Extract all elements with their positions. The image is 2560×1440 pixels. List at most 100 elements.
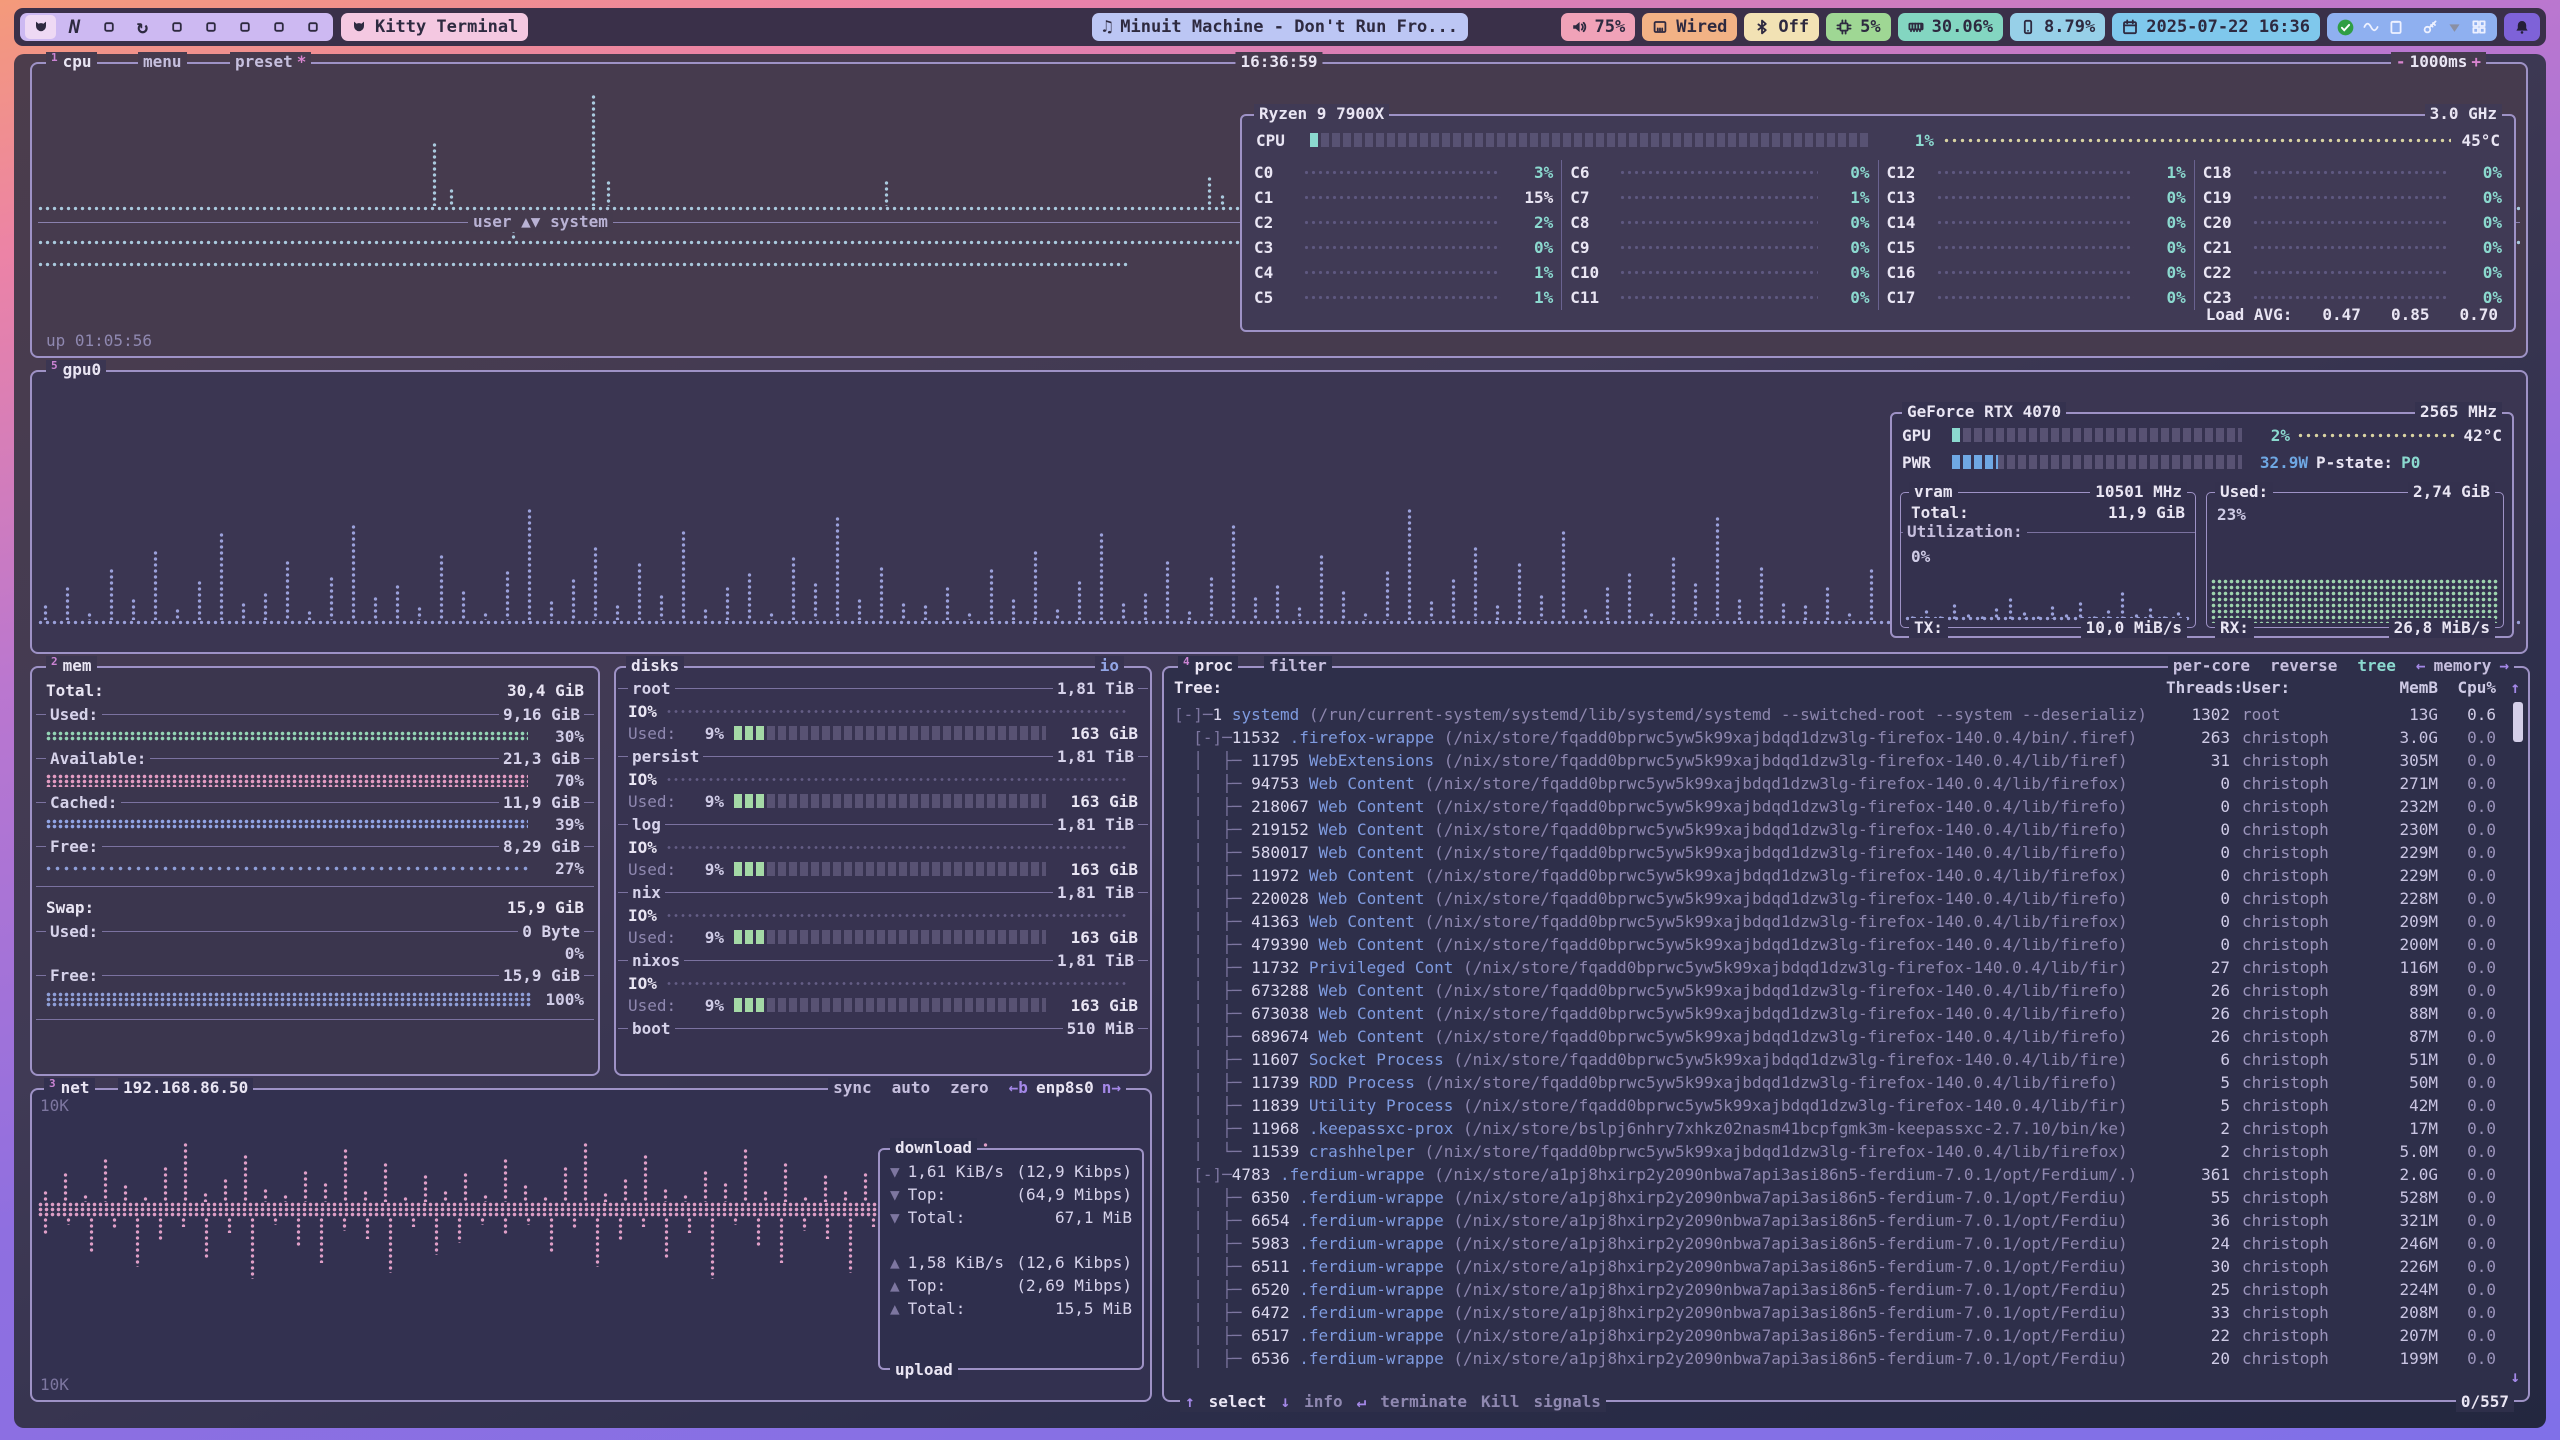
cpu-total-meter [1310, 133, 1870, 147]
terminate-key[interactable]: terminate [1380, 1392, 1467, 1412]
workspace-3-square-icon[interactable] [93, 15, 124, 39]
cpu-usage-pill[interactable]: 5% [1826, 13, 1890, 41]
process-row[interactable]: │ ├─ 6520 .ferdium-wrappe (/nix/store/a1… [1174, 1278, 2520, 1301]
process-row[interactable]: │ ├─ 94753 Web Content (/nix/store/fqadd… [1174, 772, 2520, 795]
process-row[interactable]: │ └─ 11539 crashhelper (/nix/store/fqadd… [1174, 1140, 2520, 1163]
network-pill[interactable]: Wired [1642, 13, 1737, 41]
sort-prev-button[interactable]: ← [2416, 656, 2426, 676]
proc-scrollbar[interactable] [2513, 702, 2523, 742]
core-name: C2 [1254, 213, 1298, 232]
io-button[interactable]: io [1095, 656, 1124, 676]
signals-key[interactable]: signals [1533, 1392, 1600, 1412]
process-row[interactable]: │ ├─ 11839 Utility Process (/nix/store/f… [1174, 1094, 2520, 1117]
iface-next-button[interactable]: n→ [1102, 1078, 1121, 1098]
disk-usage-pill[interactable]: 8.79% [2010, 13, 2105, 41]
bluetooth-icon [1754, 19, 1770, 35]
process-row[interactable]: [-]─4783 .ferdium-wrappe (/nix/store/a1p… [1174, 1163, 2520, 1186]
upload-row-label: 1,58 KiB/s [908, 1253, 1004, 1272]
core-name: C10 [1570, 263, 1614, 282]
core-pct: 15% [1507, 188, 1553, 207]
process-row[interactable]: │ ├─ 11795 WebExtensions (/nix/store/fqa… [1174, 749, 2520, 772]
download-label: download [890, 1138, 977, 1158]
key-icon[interactable] [2422, 19, 2438, 35]
workspace-8-square-icon[interactable] [263, 15, 294, 39]
sort-next-button[interactable]: → [2499, 656, 2509, 676]
iface-name: enp8s0 [1036, 1078, 1094, 1098]
clipboard-icon[interactable] [2388, 19, 2404, 35]
select-key[interactable]: select [1209, 1392, 1267, 1412]
sort-arrow[interactable]: ↑ [2496, 676, 2520, 699]
process-row[interactable]: │ ├─ 41363 Web Content (/nix/store/fqadd… [1174, 910, 2520, 933]
disk-used-label: Used: [628, 996, 680, 1015]
window-title-pill[interactable]: Kitty Terminal [341, 13, 528, 41]
process-row[interactable]: │ ├─ 218067 Web Content (/nix/store/fqad… [1174, 795, 2520, 818]
info-key[interactable]: info [1304, 1392, 1343, 1412]
process-row[interactable]: │ ├─ 689674 Web Content (/nix/store/fqad… [1174, 1025, 2520, 1048]
process-row[interactable]: │ ├─ 673288 Web Content (/nix/store/fqad… [1174, 979, 2520, 1002]
reverse-button[interactable]: reverse [2270, 656, 2337, 676]
process-row[interactable]: │ ├─ 6517 .ferdium-wrappe (/nix/store/a1… [1174, 1324, 2520, 1347]
clock-pill[interactable]: 2025-07-22 16:36 [2112, 13, 2320, 41]
process-row[interactable]: │ ├─ 6654 .ferdium-wrappe (/nix/store/a1… [1174, 1209, 2520, 1232]
core-meter [1937, 195, 2134, 200]
zero-button[interactable]: zero [950, 1078, 989, 1098]
interval-minus-button[interactable]: - [2396, 52, 2406, 72]
process-row[interactable]: │ ├─ 11739 RDD Process (/nix/store/fqadd… [1174, 1071, 2520, 1094]
process-row[interactable]: │ ├─ 479390 Web Content (/nix/store/fqad… [1174, 933, 2520, 956]
disk-name: log [628, 815, 665, 834]
process-row[interactable]: │ ├─ 580017 Web Content (/nix/store/fqad… [1174, 841, 2520, 864]
notifications-pill[interactable] [2504, 13, 2540, 41]
auto-button[interactable]: auto [892, 1078, 931, 1098]
workspace-2-nix-icon[interactable]: N [59, 15, 90, 39]
volume-pill[interactable]: 75% [1561, 13, 1636, 41]
process-row[interactable]: │ ├─ 5983 .ferdium-wrappe (/nix/store/a1… [1174, 1232, 2520, 1255]
workspace-1-cat-icon[interactable] [25, 15, 56, 39]
memory-usage-pill[interactable]: 30.06% [1898, 13, 2003, 41]
workspace-4-refresh-icon[interactable]: ↻ [127, 15, 158, 39]
process-row[interactable]: │ ├─ 219152 Web Content (/nix/store/fqad… [1174, 818, 2520, 841]
sync-button[interactable]: sync [833, 1078, 872, 1098]
workspace-5-square-icon[interactable] [161, 15, 192, 39]
triangle-down-icon[interactable] [2447, 20, 2462, 35]
wave-icon[interactable] [2363, 19, 2379, 35]
music-pill[interactable]: ♫ Minuit Machine - Don't Run Fro... [1092, 13, 1468, 41]
grid-icon[interactable] [2471, 19, 2487, 35]
process-row[interactable]: [-]─1 systemd (/run/current-system/syste… [1174, 703, 2520, 726]
iface-prev-button[interactable]: ←b [1009, 1078, 1028, 1098]
tree-button[interactable]: tree [2357, 656, 2396, 676]
process-command: │ ├─ 673038 Web Content (/nix/store/fqad… [1174, 1002, 2166, 1025]
process-threads: 30 [2166, 1255, 2230, 1278]
process-command: │ ├─ 11968 .keepassxc-prox (/nix/store/b… [1174, 1117, 2166, 1140]
process-row[interactable]: │ ├─ 11607 Socket Process (/nix/store/fq… [1174, 1048, 2520, 1071]
process-row[interactable]: │ ├─ 6350 .ferdium-wrappe (/nix/store/a1… [1174, 1186, 2520, 1209]
process-row[interactable]: │ ├─ 6511 .ferdium-wrappe (/nix/store/a1… [1174, 1255, 2520, 1278]
preset-button[interactable]: preset * [230, 52, 311, 72]
process-row[interactable]: │ ├─ 11732 Privileged Cont (/nix/store/f… [1174, 956, 2520, 979]
per-core-button[interactable]: per-core [2173, 656, 2250, 676]
core-pct: 0% [2456, 188, 2502, 207]
music-title: Minuit Machine - Don't Run Fro... [1120, 17, 1458, 37]
kill-key[interactable]: Kill [1481, 1392, 1520, 1412]
memory-usage-value: 30.06% [1932, 17, 1993, 37]
volume-value: 75% [1595, 17, 1626, 37]
sort-column-button[interactable]: memory [2434, 656, 2492, 676]
filter-button[interactable]: filter [1264, 656, 1332, 676]
process-row[interactable]: │ ├─ 6536 .ferdium-wrappe (/nix/store/a1… [1174, 1347, 2520, 1370]
check-circle-icon[interactable] [2337, 19, 2354, 36]
process-row[interactable]: │ ├─ 6472 .ferdium-wrappe (/nix/store/a1… [1174, 1301, 2520, 1324]
workspace-7-square-icon[interactable] [229, 15, 260, 39]
process-user: christoph [2230, 933, 2352, 956]
menu-button[interactable]: menu [138, 52, 187, 72]
core-pct: 0% [1824, 213, 1870, 232]
process-row[interactable]: │ ├─ 673038 Web Content (/nix/store/fqad… [1174, 1002, 2520, 1025]
process-threads: 0 [2166, 795, 2230, 818]
process-row[interactable]: │ ├─ 11968 .keepassxc-prox (/nix/store/b… [1174, 1117, 2520, 1140]
bluetooth-pill[interactable]: Off [1744, 13, 1819, 41]
process-row[interactable]: │ ├─ 11972 Web Content (/nix/store/fqadd… [1174, 864, 2520, 887]
workspace-6-square-icon[interactable] [195, 15, 226, 39]
scroll-down-indicator[interactable]: ↓ [2510, 1367, 2520, 1386]
process-row[interactable]: │ ├─ 220028 Web Content (/nix/store/fqad… [1174, 887, 2520, 910]
workspace-9-square-icon[interactable] [297, 15, 328, 39]
process-row[interactable]: [-]─11532 .firefox-wrappe (/nix/store/fq… [1174, 726, 2520, 749]
interval-plus-button[interactable]: + [2471, 52, 2481, 72]
